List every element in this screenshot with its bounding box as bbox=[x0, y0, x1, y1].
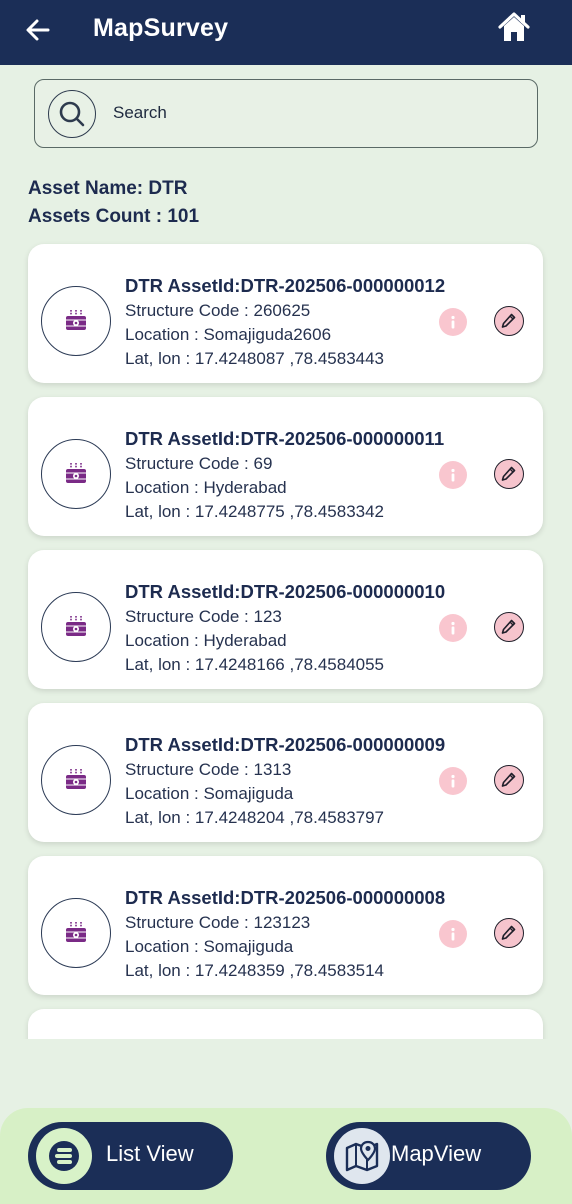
list-view-button[interactable]: List View bbox=[28, 1122, 233, 1190]
search-bar[interactable] bbox=[34, 79, 538, 148]
transformer-icon bbox=[41, 592, 111, 662]
page-title: MapSurvey bbox=[93, 14, 229, 42]
info-icon bbox=[451, 621, 455, 635]
asset-id: DTR AssetId:DTR-202506-000000011 bbox=[125, 428, 445, 449]
transformer-icon bbox=[41, 286, 111, 356]
asset-id: DTR AssetId:DTR-202506-000000009 bbox=[125, 734, 446, 755]
transformer-icon bbox=[41, 439, 111, 509]
structure-code: Structure Code : 69 bbox=[125, 454, 273, 473]
info-icon bbox=[451, 468, 455, 482]
lat-lon: Lat, lon : 17.4248166 ,78.4584055 bbox=[125, 655, 385, 674]
search-icon bbox=[59, 101, 85, 127]
bottom-navigation: List View MapView bbox=[0, 1108, 572, 1204]
asset-id: DTR AssetId:DTR-202506-000000012 bbox=[125, 275, 446, 296]
lat-lon: Lat, lon : 17.4248359 ,78.4583514 bbox=[125, 961, 385, 980]
structure-code: Structure Code : 1313 bbox=[125, 760, 292, 779]
asset-id: DTR AssetId:DTR-202506-000000010 bbox=[125, 581, 446, 602]
asset-card[interactable]: DTR AssetId:DTR-202506-000000012 Structu… bbox=[28, 244, 543, 383]
structure-code: Structure Code : 260625 bbox=[125, 301, 311, 320]
map-view-button[interactable]: MapView bbox=[326, 1122, 531, 1190]
location: Location : Somajiguda bbox=[125, 784, 294, 803]
info-button[interactable] bbox=[439, 461, 467, 489]
edit-button[interactable] bbox=[494, 612, 524, 642]
home-icon bbox=[498, 12, 530, 41]
arrow-left-icon bbox=[26, 19, 50, 41]
asset-list[interactable]: DTR AssetId:DTR-202506-000000012 Structu… bbox=[0, 240, 572, 1039]
asset-id: DTR AssetId:DTR-202506-000000008 bbox=[125, 887, 446, 908]
info-icon bbox=[451, 315, 455, 329]
pencil-icon bbox=[501, 313, 516, 328]
back-button[interactable] bbox=[22, 14, 54, 46]
edit-button[interactable] bbox=[494, 765, 524, 795]
asset-card[interactable]: DTR AssetId:DTR-202506-000000010 Structu… bbox=[28, 550, 543, 689]
asset-card[interactable]: DTR AssetId:DTR-202506-000000008 Structu… bbox=[28, 856, 543, 995]
pencil-icon bbox=[501, 619, 516, 634]
list-view-label: List View bbox=[106, 1141, 194, 1166]
map-view-label: MapView bbox=[391, 1141, 482, 1166]
info-button[interactable] bbox=[439, 767, 467, 795]
location: Location : Hyderabad bbox=[125, 631, 287, 650]
edit-button[interactable] bbox=[494, 306, 524, 336]
pencil-icon bbox=[501, 772, 516, 787]
search-input[interactable] bbox=[113, 80, 513, 146]
structure-code: Structure Code : 123123 bbox=[125, 913, 311, 932]
lat-lon: Lat, lon : 17.4248204 ,78.4583797 bbox=[125, 808, 385, 827]
list-icon bbox=[36, 1128, 92, 1184]
search-button[interactable] bbox=[48, 90, 96, 138]
edit-button[interactable] bbox=[494, 459, 524, 489]
location: Location : Somajiguda2606 bbox=[125, 325, 332, 344]
lat-lon: Lat, lon : 17.4248775 ,78.4583342 bbox=[125, 502, 385, 521]
structure-code: Structure Code : 123 bbox=[125, 607, 282, 626]
asset-card[interactable] bbox=[28, 1009, 543, 1039]
info-icon bbox=[451, 927, 455, 941]
asset-name-label: Asset Name: DTR bbox=[28, 178, 188, 199]
transformer-icon bbox=[41, 898, 111, 968]
app-bar: MapSurvey bbox=[0, 0, 572, 65]
asset-card[interactable]: DTR AssetId:DTR-202506-000000009 Structu… bbox=[28, 703, 543, 842]
lat-lon: Lat, lon : 17.4248087 ,78.4583443 bbox=[125, 349, 385, 368]
location: Location : Somajiguda bbox=[125, 937, 294, 956]
edit-button[interactable] bbox=[494, 918, 524, 948]
info-button[interactable] bbox=[439, 920, 467, 948]
info-button[interactable] bbox=[439, 614, 467, 642]
location: Location : Hyderabad bbox=[125, 478, 287, 497]
pencil-icon bbox=[501, 466, 516, 481]
info-icon bbox=[451, 774, 455, 788]
assets-count-label: Assets Count : 101 bbox=[28, 206, 200, 227]
map-pin-icon bbox=[334, 1128, 390, 1184]
home-button[interactable] bbox=[496, 9, 532, 45]
info-button[interactable] bbox=[439, 308, 467, 336]
asset-card[interactable]: DTR AssetId:DTR-202506-000000011 Structu… bbox=[28, 397, 543, 536]
pencil-icon bbox=[501, 925, 516, 940]
transformer-icon bbox=[41, 745, 111, 815]
